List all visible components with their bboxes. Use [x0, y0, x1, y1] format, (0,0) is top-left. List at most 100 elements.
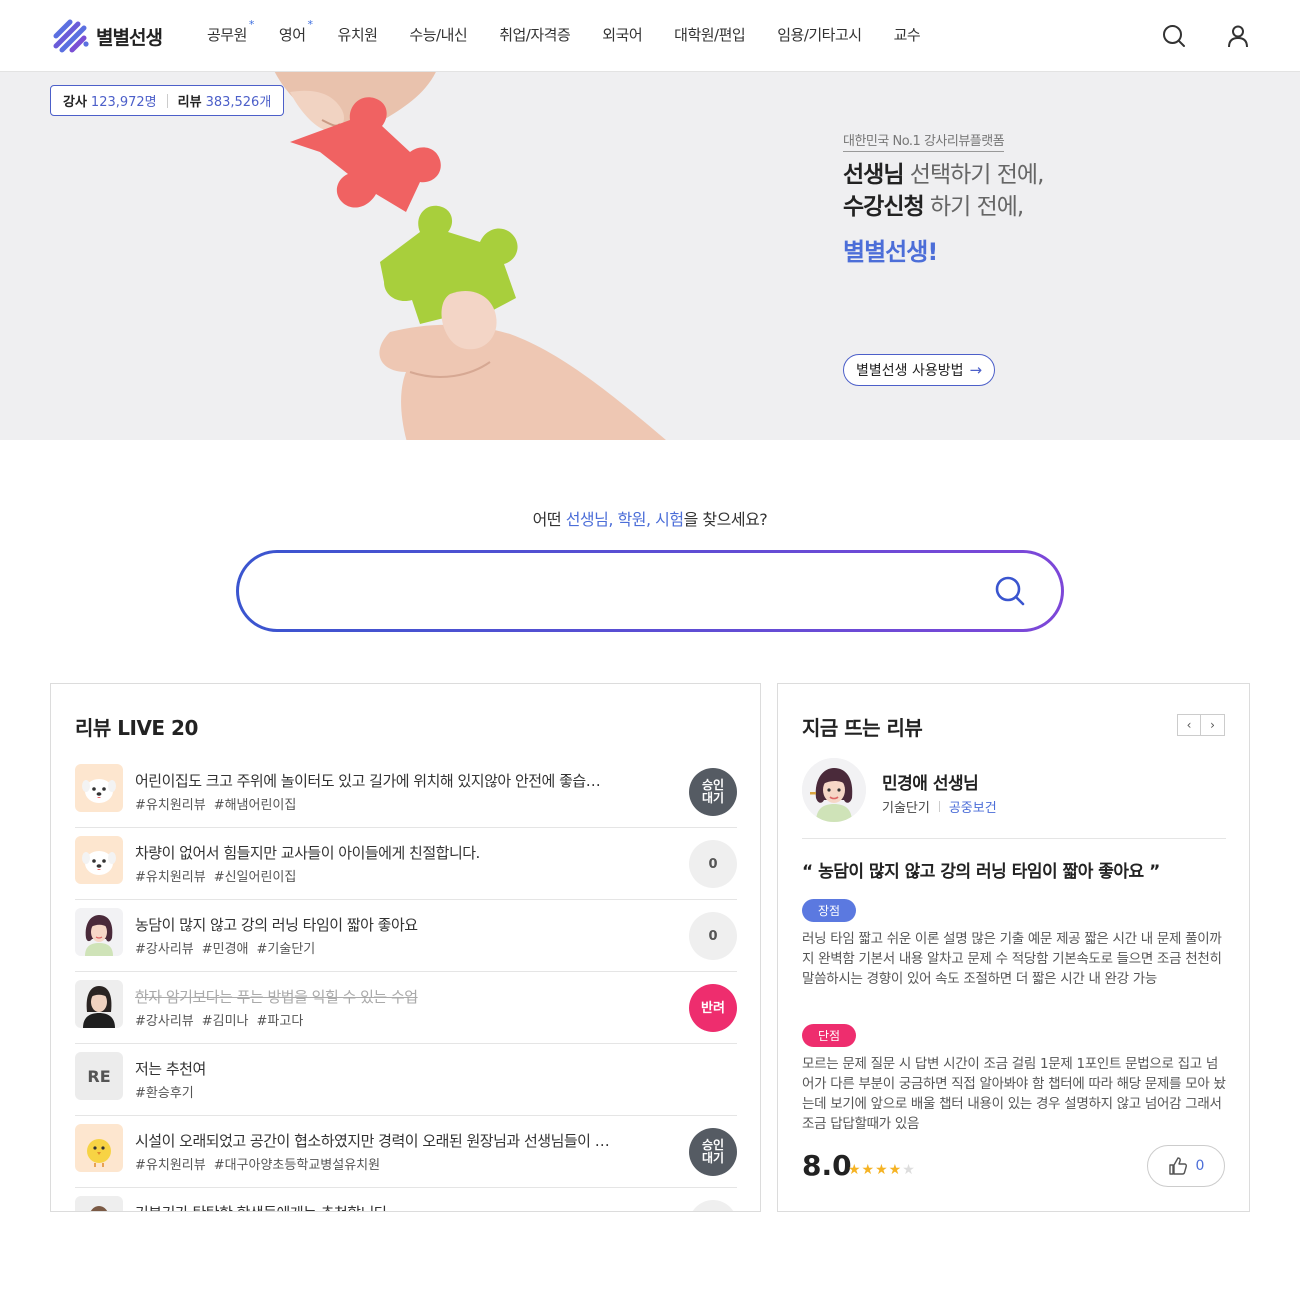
nav-item-label: 외국어	[602, 26, 643, 44]
meta-divider	[938, 801, 940, 812]
star-filled-icon: ★★★★	[848, 1162, 903, 1178]
review-row[interactable]: 시설이 오래되었고 공간이 협소하였지만 경력이 오래된 원장님과 선생님들이 …	[75, 1116, 737, 1188]
nav-item-label: 취업/자격증	[499, 26, 571, 44]
search-question-suffix: 을 찾으세요?	[683, 510, 768, 529]
teacher-avatar-illustration	[802, 758, 866, 822]
hot-review-panel: 지금 뜨는 리뷰 ‹ › 민경애 선생님 기술단기 공중보건 “ 농담이 많지 않…	[777, 683, 1250, 1212]
hero-tagline: 대한민국 No.1 강사리뷰플랫폼	[843, 130, 1005, 152]
review-tag[interactable]: #강사리뷰	[135, 942, 194, 957]
teacher-avatar[interactable]	[802, 758, 866, 822]
search-icon[interactable]	[1161, 23, 1187, 49]
review-avatar	[75, 764, 123, 812]
star-empty-icon: ★	[902, 1162, 916, 1178]
review-avatar	[75, 908, 123, 956]
review-tag[interactable]: #김미나	[202, 1014, 249, 1029]
review-row[interactable]: 기본기가 탄탄한 학생들에게는 추천합니다	[75, 1188, 737, 1211]
hero-brand: 별별선생!	[843, 238, 938, 266]
nav-item[interactable]: 공무원 *	[207, 18, 254, 45]
review-title[interactable]: 시설이 오래되었고 공간이 협소하였지만 경력이 오래된 원장님과 선생님들이 …	[135, 1130, 655, 1151]
review-tag[interactable]: #해냄어린이집	[214, 798, 297, 813]
arrow-right-icon: →	[969, 361, 983, 379]
review-tag[interactable]: #유치원리뷰	[135, 1158, 206, 1173]
status-badge: 승인 대기	[689, 768, 737, 816]
review-row[interactable]: 한자 암기보다는 푸는 방법을 익힐 수 있는 수업 #강사리뷰 #김미나 #파고다 반…	[75, 972, 737, 1044]
site-stats: 강사 123,972명 리뷰 383,526개	[50, 85, 285, 116]
nav-item[interactable]: 임용/기타고시	[777, 24, 862, 45]
review-title[interactable]: 어린이집도 크고 주위에 놀이터도 있고 길가에 위치해 있지않아 안전에 좋습…	[135, 770, 655, 791]
search-bar	[236, 550, 1064, 632]
review-row[interactable]: RE 저는 추천여 #환승후기	[75, 1044, 737, 1116]
like-button[interactable]: 0	[1147, 1145, 1225, 1187]
review-tag[interactable]: #민경애	[202, 942, 249, 957]
nav-item[interactable]: 외국어	[602, 24, 642, 45]
review-tag[interactable]: #대구아양초등학교병설유치원	[214, 1158, 380, 1173]
divider	[802, 838, 1226, 839]
review-tag[interactable]: #기술단기	[257, 942, 316, 957]
review-row[interactable]: 어린이집도 크고 주위에 놀이터도 있고 길가에 위치해 있지않아 안전에 좋습…	[75, 756, 737, 828]
nav-item[interactable]: 영어 *	[279, 18, 313, 45]
search-keyword-academy: 학원	[617, 510, 647, 529]
hero-line-2: 수강신청 하기 전에,	[843, 192, 1043, 222]
cons-text: 모르는 문제 질문 시 답변 시간이 조금 걸림 1문제 1포인트 문법으로 집…	[802, 1056, 1226, 1132]
review-title[interactable]: 한자 암기보다는 푸는 방법을 익힐 수 있는 수업	[135, 986, 655, 1007]
search-keyword-exam: 시험	[655, 510, 684, 529]
hero-line-1-rest: 선택하기 전에,	[903, 162, 1045, 188]
chevron-right-icon[interactable]: ›	[1201, 714, 1225, 736]
review-title[interactable]: 농담이 많지 않고 강의 러닝 타임이 짧아 좋아요	[135, 914, 655, 935]
review-title[interactable]: 저는 추천여	[135, 1058, 655, 1079]
nav-item-label: 임용/기타고시	[777, 26, 862, 44]
teacher-count-label: 강사	[63, 95, 87, 110]
review-tags: #강사리뷰 #김미나 #파고다	[135, 1010, 311, 1029]
review-tags: #유치원리뷰 #대구아양초등학교병설유치원	[135, 1154, 388, 1173]
hot-review-title: 지금 뜨는 리뷰	[802, 716, 923, 740]
nav-item[interactable]: 교수	[894, 24, 921, 45]
nav-item[interactable]: 수능/내신	[409, 24, 467, 45]
review-tag[interactable]: #유치원리뷰	[135, 870, 206, 885]
hero-line-2-rest: 하기 전에,	[923, 194, 1024, 220]
nav-item[interactable]: 대학원/편입	[674, 24, 746, 45]
review-tags: #유치원리뷰 #해냄어린이집	[135, 794, 304, 813]
review-row[interactable]: 농담이 많지 않고 강의 러닝 타임이 짧아 좋아요 #강사리뷰 #민경애 #기술단기…	[75, 900, 737, 972]
teacher-academy: 기술단기	[882, 801, 930, 816]
review-score: 8.0	[802, 1149, 852, 1182]
nav-item-label: 수능/내신	[409, 26, 468, 44]
chevron-left-icon[interactable]: ‹	[1177, 714, 1201, 736]
nav-item-label: 유치원	[337, 26, 378, 44]
search-input[interactable]	[269, 567, 969, 615]
review-row[interactable]: 차량이 없어서 힘들지만 교사들이 아이들에게 친절합니다. #유치원리뷰 #신일어…	[75, 828, 737, 900]
review-count-label: 리뷰	[177, 95, 202, 110]
nav-item-label: 공무원	[207, 26, 247, 44]
status-badge: 반려	[689, 984, 737, 1032]
nav-item[interactable]: 취업/자격증	[499, 24, 571, 45]
review-tag[interactable]: #신일어린이집	[214, 870, 297, 885]
how-to-use-label: 별별선생 사용방법	[856, 363, 964, 379]
review-live-panel: 리뷰 LIVE 20 어린이집도 크고 주위에 놀이터도 있고 길가에 위치해 …	[50, 683, 761, 1212]
nav-item[interactable]: 유치원	[338, 24, 378, 45]
how-to-use-button[interactable]: 별별선생 사용방법 →	[843, 354, 996, 386]
teacher-name[interactable]: 민경애 선생님	[882, 769, 979, 794]
thumbs-up-icon	[1168, 1157, 1187, 1175]
review-quote[interactable]: “ 농담이 많지 않고 강의 러닝 타임이 짧아 좋아요 ”	[802, 857, 1160, 882]
logo-text: 별별선생	[96, 26, 163, 49]
site-logo[interactable]: 별별선생	[50, 16, 163, 56]
review-title[interactable]: 차량이 없어서 힘들지만 교사들이 아이들에게 친절합니다.	[135, 842, 655, 863]
teacher-count: 123,972명	[90, 95, 157, 110]
star-rating: ★★★★★	[848, 1162, 916, 1178]
pros-text: 러닝 타임 짧고 쉬운 이론 설명 많은 기출 예문 제공 짧은 시간 내 문제…	[802, 931, 1222, 987]
review-tag[interactable]: #강사리뷰	[135, 1014, 194, 1029]
cons-badge: 단점	[802, 1024, 856, 1047]
user-icon[interactable]	[1225, 23, 1251, 49]
search-question: 어떤 선생님, 학원, 시험을 찾으세요?	[0, 506, 1300, 530]
hero-line-1: 선생님 선택하기 전에,	[843, 160, 1045, 190]
pros-badge: 장점	[802, 899, 856, 922]
comment-count-badge	[689, 1200, 737, 1211]
hot-review-pager: ‹ ›	[1177, 714, 1225, 736]
site-header: 별별선생 공무원 * 영어 * 유치원 수능/내신 취업/자격증 외국어 대학원/편입 임용/기타…	[0, 0, 1300, 72]
search-comma: ,	[608, 510, 618, 529]
review-tag[interactable]: #환승후기	[135, 1086, 194, 1101]
review-tag[interactable]: #유치원리뷰	[135, 798, 206, 813]
review-title[interactable]: 기본기가 탄탄한 학생들에게는 추천합니다	[135, 1202, 655, 1211]
search-submit-icon[interactable]	[993, 574, 1027, 608]
review-tag[interactable]: #파고다	[257, 1014, 304, 1029]
nav-item-label: 대학원/편입	[674, 26, 746, 44]
